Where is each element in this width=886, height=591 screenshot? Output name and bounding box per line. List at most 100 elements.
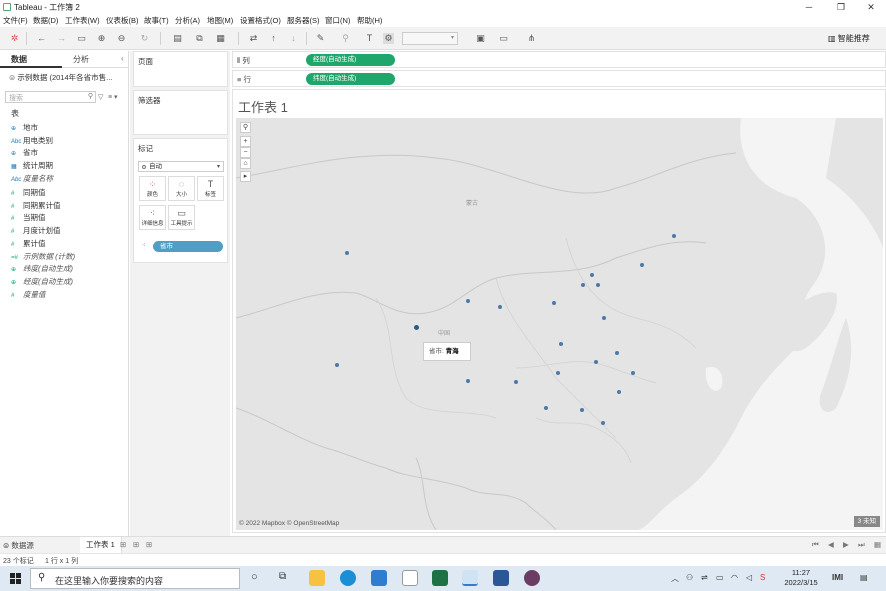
field-measure-names[interactable]: Abc 度量名称 xyxy=(11,173,53,185)
share-icon[interactable]: ⋔ xyxy=(526,33,537,44)
filter-icon[interactable]: ▽ xyxy=(98,93,103,101)
save-icon[interactable]: ▭ xyxy=(76,33,87,44)
menu-data[interactable]: 数据(D) xyxy=(33,15,58,26)
pages-card[interactable]: 页面 xyxy=(133,51,228,87)
new-sheet-icon[interactable]: ▤ xyxy=(172,33,183,44)
field-prior-cumulative[interactable]: # 同期累计值 xyxy=(11,200,61,212)
view-options-icon[interactable]: ≡ ▾ xyxy=(108,93,118,101)
smart-recommend-button[interactable]: ▥ 智能推荐 xyxy=(828,33,870,44)
cortana-icon[interactable]: ○ xyxy=(251,571,258,583)
sort-desc-icon[interactable]: ↓ xyxy=(288,33,299,44)
menu-server[interactable]: 服务器(S) xyxy=(287,15,320,26)
map-point[interactable] xyxy=(466,299,470,303)
color-button[interactable]: ⁘ 颜色 xyxy=(139,176,166,201)
detail-pill-province[interactable]: 省市 xyxy=(153,241,223,252)
map-search-icon[interactable]: ⚲ xyxy=(240,122,251,133)
word-icon[interactable] xyxy=(493,570,509,586)
sheet-list-icon[interactable]: ▦ xyxy=(874,540,881,549)
highlight-icon[interactable]: ✎ xyxy=(315,33,326,44)
menu-story[interactable]: 故事(T) xyxy=(144,15,169,26)
fix-axes-icon[interactable]: ⚙ xyxy=(383,33,394,44)
size-button[interactable]: ◌ 大小 xyxy=(168,176,195,201)
map-point[interactable] xyxy=(672,234,676,238)
map-point[interactable] xyxy=(596,283,600,287)
zoom-out-button[interactable]: − xyxy=(240,147,251,158)
label-toggle-icon[interactable]: T xyxy=(364,33,375,44)
tableau-app-icon[interactable] xyxy=(462,570,478,586)
app-tray-icon[interactable]: IMI xyxy=(832,573,843,582)
tab-data[interactable]: 数据 xyxy=(0,51,62,68)
app-icon[interactable] xyxy=(402,570,418,586)
map-point[interactable] xyxy=(615,351,619,355)
menu-worksheet[interactable]: 工作表(W) xyxy=(65,15,100,26)
columns-pill-longitude[interactable]: 经度(自动生成) xyxy=(306,54,395,66)
taskbar-clock[interactable]: 11:27 2022/3/15 xyxy=(783,568,819,588)
taskbar-search-input[interactable]: ⚲ 在这里输入你要搜索的内容 xyxy=(30,568,240,589)
ime-icon[interactable]: S xyxy=(760,573,765,582)
map-point[interactable] xyxy=(498,305,502,309)
group-icon[interactable]: ⚲ xyxy=(340,33,351,44)
map-point[interactable] xyxy=(345,251,349,255)
datasource-item[interactable]: ⊜ 示例数据 (2014年各省市售... xyxy=(9,72,127,83)
show-cards-icon[interactable]: ▣ xyxy=(475,33,486,44)
network-icon[interactable]: ⇌ xyxy=(701,573,708,582)
map-point[interactable] xyxy=(581,283,585,287)
field-measure-values[interactable]: # 度量值 xyxy=(11,289,46,301)
field-monthly-plan[interactable]: # 月度计划值 xyxy=(11,225,61,237)
map-point[interactable] xyxy=(466,379,470,383)
map-point[interactable] xyxy=(552,301,556,305)
new-datasource-icon[interactable]: ⊕ xyxy=(96,33,107,44)
field-cumulative[interactable]: # 累计值 xyxy=(11,238,46,250)
tooltip-button[interactable]: ▭ 工具提示 xyxy=(168,205,195,230)
restore-button[interactable]: ❐ xyxy=(826,0,856,14)
refresh-icon[interactable]: ↻ xyxy=(139,33,150,44)
field-longitude[interactable]: ⊕ 经度(自动生成) xyxy=(11,276,73,288)
field-power-type[interactable]: Abc 用电类别 xyxy=(11,135,53,147)
pause-updates-icon[interactable]: ⊖ xyxy=(116,33,127,44)
menu-help[interactable]: 帮助(H) xyxy=(357,15,382,26)
new-dashboard-icon[interactable]: ⊞ xyxy=(133,540,139,549)
filters-card[interactable]: 筛选器 xyxy=(133,90,228,135)
fit-dropdown[interactable]: ▾ xyxy=(402,32,458,45)
field-record-count[interactable]: =# 示例数据 (计数) xyxy=(11,251,75,263)
map-point[interactable] xyxy=(335,363,339,367)
minimize-button[interactable]: ─ xyxy=(794,0,824,14)
file-explorer-icon[interactable] xyxy=(309,570,325,586)
zoom-in-button[interactable]: + xyxy=(240,136,251,147)
field-current-value[interactable]: # 当期值 xyxy=(11,212,46,224)
field-search-input[interactable]: 搜索 ⚲ xyxy=(5,91,96,103)
menu-dashboard[interactable]: 仪表板(B) xyxy=(106,15,139,26)
prev-sheet-icon[interactable]: ◀ xyxy=(828,540,834,549)
map-point[interactable] xyxy=(601,421,605,425)
menu-analysis[interactable]: 分析(A) xyxy=(175,15,200,26)
new-sheet-icon[interactable]: ⊞ xyxy=(120,540,126,549)
reset-view-icon[interactable]: ⌂ xyxy=(240,158,251,169)
redo-icon[interactable]: → xyxy=(56,33,67,44)
collapse-pane-icon[interactable]: ‹ xyxy=(121,54,124,63)
map-point[interactable] xyxy=(556,371,560,375)
swap-icon[interactable]: ⇄ xyxy=(248,33,259,44)
map-point[interactable] xyxy=(594,360,598,364)
menu-file[interactable]: 文件(F) xyxy=(3,15,28,26)
last-sheet-icon[interactable]: ⏭ xyxy=(858,540,865,550)
map-canvas[interactable]: 蒙古 中国 ⚲ + − ⌂ ▸ 省市: 青海 © 2022 Mapbox © O… xyxy=(236,118,883,530)
task-view-icon[interactable]: ⧉ xyxy=(279,571,286,582)
menu-window[interactable]: 窗口(N) xyxy=(325,15,350,26)
field-prior-value[interactable]: # 同期值 xyxy=(11,187,46,199)
label-button[interactable]: T 标签 xyxy=(197,176,224,201)
edge-icon[interactable] xyxy=(340,570,356,586)
volume-icon[interactable]: ◁ xyxy=(746,573,752,582)
tray-chevron-icon[interactable]: ︿ xyxy=(671,573,679,584)
rows-shelf[interactable]: ≡ 行 纬度(自动生成) xyxy=(232,70,886,87)
field-city[interactable]: ⊕ 地市 xyxy=(11,122,38,134)
map-point-selected[interactable] xyxy=(414,325,419,330)
people-icon[interactable]: ⚇ xyxy=(686,573,693,582)
detail-button[interactable]: ⁖ 详细信息 xyxy=(139,205,166,230)
tab-sheet-1[interactable]: 工作表 1 xyxy=(80,537,122,553)
close-button[interactable]: ✕ xyxy=(856,0,886,14)
map-point[interactable] xyxy=(617,390,621,394)
mark-type-dropdown[interactable]: 自动 ▾ xyxy=(138,161,224,172)
rows-pill-latitude[interactable]: 纬度(自动生成) xyxy=(306,73,395,85)
unknown-locations-badge[interactable]: 3 未知 xyxy=(853,516,880,527)
notifications-icon[interactable]: ▤ xyxy=(860,573,868,582)
